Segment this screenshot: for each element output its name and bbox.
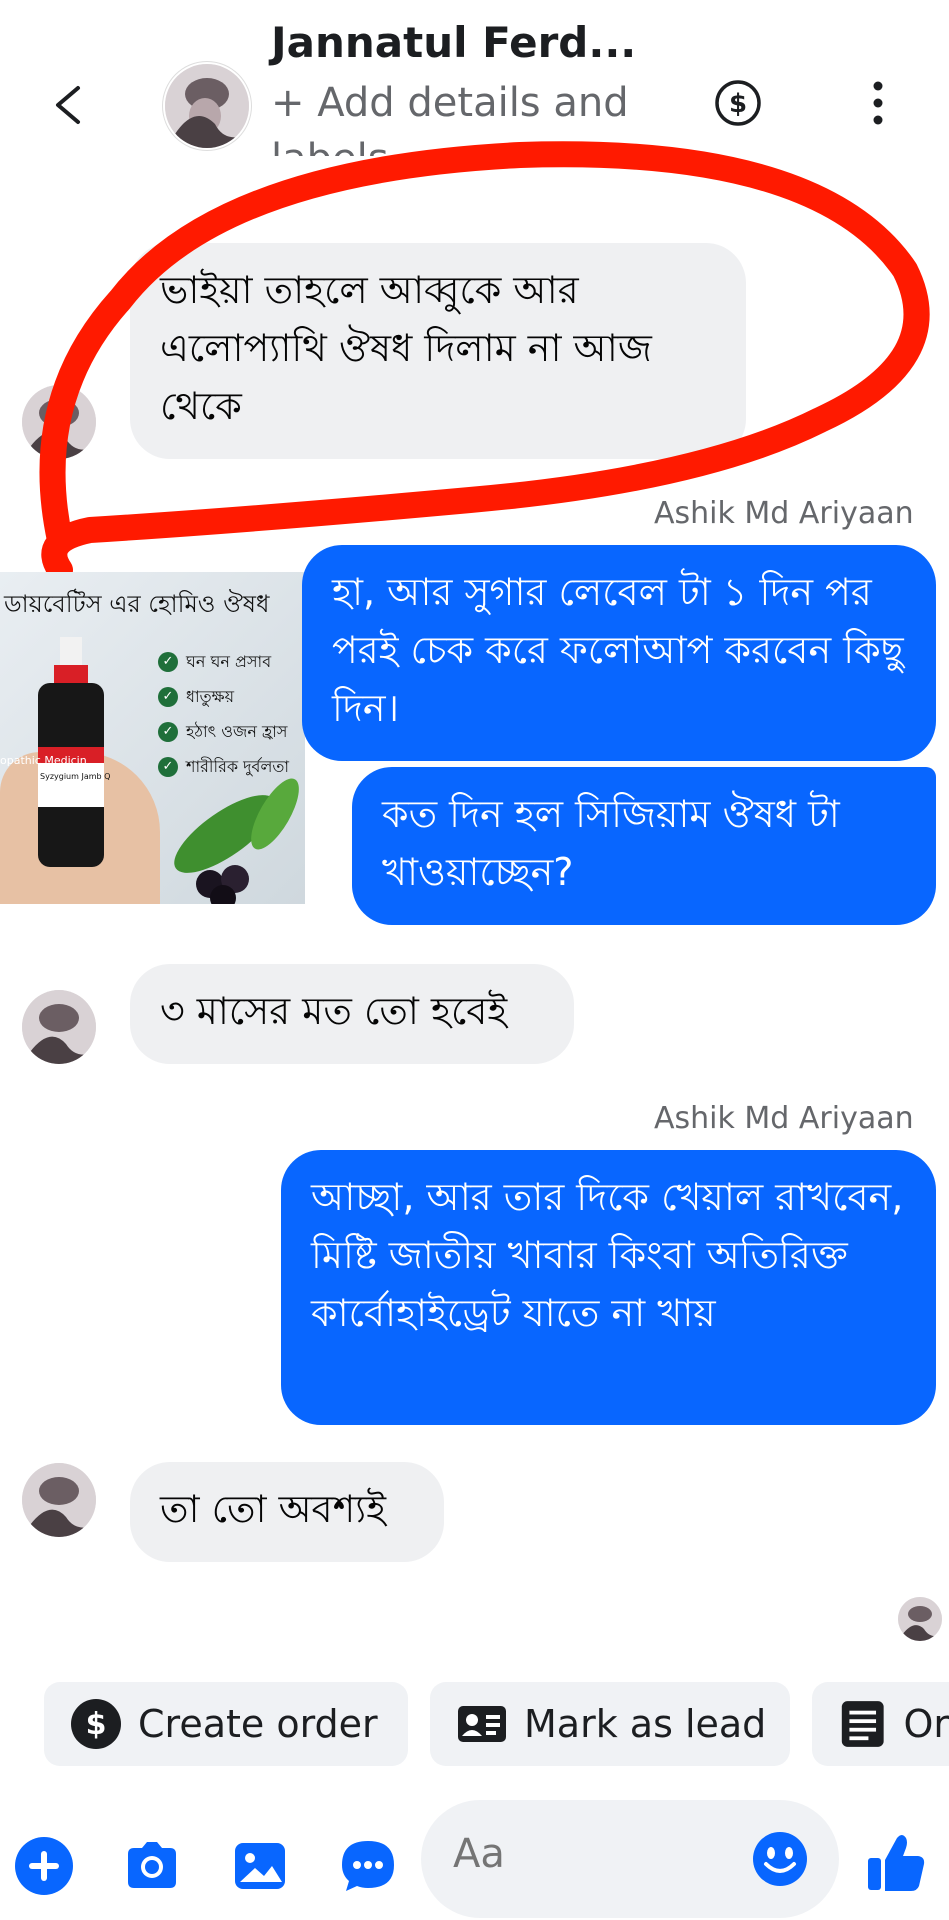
contact-avatar-small[interactable]	[22, 990, 96, 1064]
benefit-list: ✓ ঘন ঘন প্রসাব ✓ ধাতুক্ষয় ✓ হঠাৎ ওজন হ্রাস…	[158, 644, 289, 784]
benefit-item: ✓ হঠাৎ ওজন হ্রাস	[158, 714, 289, 749]
message-incoming[interactable]: ভাইয়া তাহলে আব্বুকে আর এলোপ্যাথি ঔষধ দি…	[130, 243, 746, 459]
dollar-icon: $	[715, 80, 761, 126]
chat-bubble-icon	[342, 1841, 394, 1891]
contact-name[interactable]: Jannatul Ferd...	[271, 18, 636, 67]
message-incoming[interactable]: ৩ মাসের মত তো হবেই	[130, 964, 574, 1064]
back-button[interactable]	[40, 70, 96, 140]
gallery-button[interactable]	[230, 1836, 290, 1896]
message-composer[interactable]	[421, 1800, 839, 1918]
message-outgoing[interactable]: আচ্ছা, আর তার দিকে খেয়াল রাখবেন, মিষ্টি…	[281, 1150, 936, 1425]
more-actions-label: Or	[903, 1702, 949, 1746]
add-details-link-overflow: labels	[271, 136, 389, 156]
emoji-button[interactable]	[751, 1830, 809, 1888]
contact-avatar-small[interactable]	[22, 1463, 96, 1537]
payments-button[interactable]: $	[713, 78, 763, 128]
create-order-label: Create order	[138, 1702, 378, 1746]
benefit-item: ✓ ঘন ঘন প্রসাব	[158, 644, 289, 679]
more-vertical-icon	[873, 81, 883, 125]
create-order-chip[interactable]: $ Create order	[44, 1682, 408, 1766]
more-actions-chip[interactable]: Or	[812, 1682, 949, 1766]
check-icon: ✓	[158, 651, 178, 672]
thumbs-up-icon	[868, 1835, 925, 1891]
message-input[interactable]	[451, 1830, 735, 1878]
message-outgoing[interactable]: কত দিন হল সিজিয়াম ঔষধ টা খাওয়াচ্ছেন?	[352, 767, 936, 925]
bottle-label: opathic Medicin	[0, 754, 87, 767]
contact-card-icon	[458, 1706, 506, 1742]
svg-text:$: $	[729, 89, 747, 119]
chevron-left-icon	[56, 86, 80, 124]
dollar-icon: $	[71, 1699, 121, 1749]
add-button[interactable]	[14, 1836, 74, 1896]
mark-as-lead-label: Mark as lead	[524, 1702, 767, 1746]
leaves-illustration	[174, 778, 299, 904]
like-button[interactable]	[864, 1830, 928, 1894]
benefit-item: ✓ ধাতুক্ষয়	[158, 679, 289, 714]
add-details-link[interactable]: + Add details and	[271, 80, 629, 126]
message-outgoing[interactable]: হা, আর সুগার লেবেল টা ১ দিন পর পরই চেক ক…	[302, 545, 936, 761]
product-title: ডায়বেটিস এর হোমিও ঔষধ	[4, 590, 270, 618]
contact-avatar[interactable]	[163, 62, 251, 150]
product-image-card[interactable]: ডায়বেটিস এর হোমিও ঔষধ opathic Medicin S…	[0, 572, 305, 904]
mark-as-lead-chip[interactable]: Mark as lead	[430, 1682, 790, 1766]
camera-icon	[128, 1842, 176, 1888]
plus-icon	[15, 1837, 73, 1895]
bottle-sublabel: Syzygium Jamb Q	[40, 772, 110, 781]
chat-button[interactable]	[338, 1836, 398, 1896]
contact-avatar-small[interactable]	[22, 385, 96, 459]
message-incoming[interactable]: তা তো অবশ্যই	[130, 1462, 444, 1562]
camera-button[interactable]	[122, 1836, 182, 1896]
sender-name: Ashik Md Ariyaan	[654, 496, 914, 531]
seen-avatar	[898, 1597, 942, 1641]
list-icon	[841, 1701, 884, 1747]
check-icon: ✓	[158, 721, 178, 742]
check-icon: ✓	[158, 686, 178, 707]
emoji-icon	[753, 1832, 807, 1886]
sender-name: Ashik Md Ariyaan	[654, 1101, 914, 1136]
svg-text:$: $	[86, 1707, 107, 1742]
gallery-icon	[235, 1843, 285, 1889]
medicine-bottle-image	[38, 637, 104, 867]
more-options-button[interactable]	[858, 78, 898, 128]
